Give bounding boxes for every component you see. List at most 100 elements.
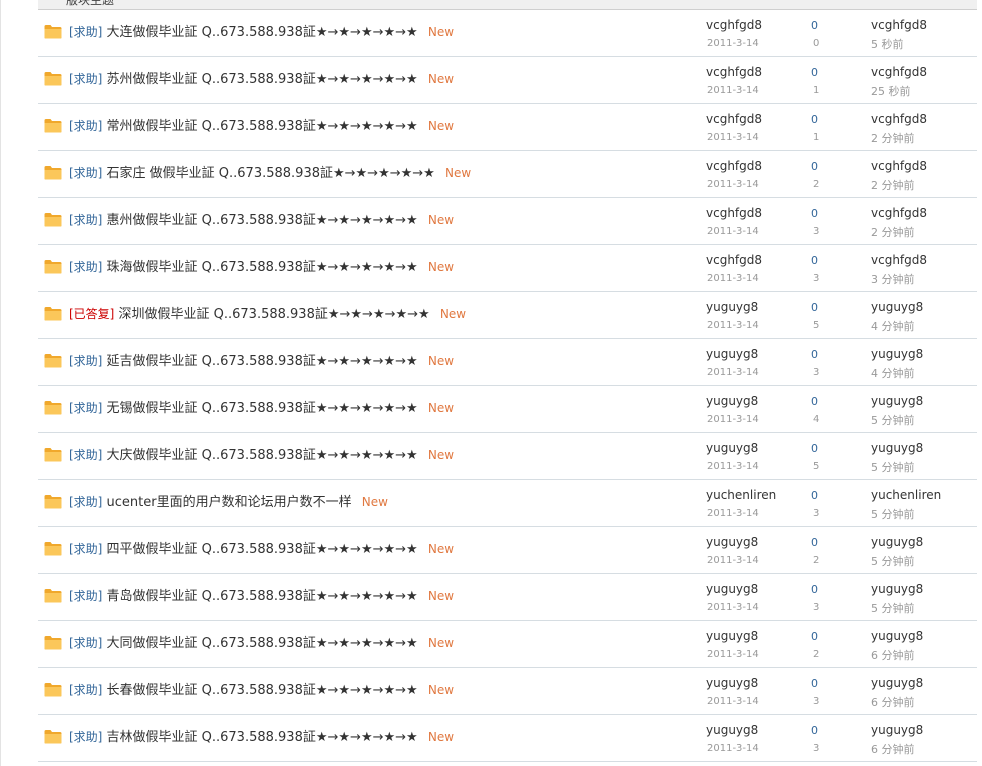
last-post-time[interactable]: 2 分钟前 — [871, 177, 915, 193]
thread-title-link[interactable]: 常州做假毕业証 Q..673.588.938証★→★→★→★→★ — [107, 119, 418, 134]
last-post-time[interactable]: 3 分钟前 — [871, 271, 915, 287]
thread-title-link[interactable]: 珠海做假毕业証 Q..673.588.938証★→★→★→★→★ — [107, 260, 418, 275]
last-post-time[interactable]: 6 分钟前 — [871, 647, 915, 663]
reply-count[interactable]: 0 — [811, 301, 818, 314]
last-post-time[interactable]: 5 分钟前 — [871, 553, 915, 569]
thread-type-tag[interactable]: [求助] — [69, 495, 102, 509]
thread-title-link[interactable]: 长春做假毕业証 Q..673.588.938証★→★→★→★→★ — [107, 683, 418, 698]
last-poster[interactable]: yuchenliren — [871, 488, 941, 502]
thread-title-link[interactable]: 深圳做假毕业証 Q..673.588.938証★→★→★→★→★ — [119, 307, 430, 322]
reply-count[interactable]: 0 — [811, 583, 818, 596]
thread-title-link[interactable]: 大同做假毕业証 Q..673.588.938証★→★→★→★→★ — [107, 636, 418, 651]
thread-author[interactable]: vcghfgd8 — [706, 65, 762, 79]
last-poster[interactable]: vcghfgd8 — [871, 159, 927, 173]
reply-count[interactable]: 0 — [811, 536, 818, 549]
thread-type-tag[interactable]: [求助] — [69, 72, 102, 86]
last-poster[interactable]: yuguyg8 — [871, 629, 923, 643]
last-poster[interactable]: yuguyg8 — [871, 394, 923, 408]
last-post-time[interactable]: 2 分钟前 — [871, 130, 915, 146]
last-poster[interactable]: yuguyg8 — [871, 582, 923, 596]
thread-author[interactable]: vcghfgd8 — [706, 112, 762, 126]
reply-count[interactable]: 0 — [811, 254, 818, 267]
new-badge: New — [444, 166, 472, 180]
reply-count[interactable]: 0 — [811, 724, 818, 737]
thread-type-tag[interactable]: [求助] — [69, 401, 102, 415]
thread-author[interactable]: vcghfgd8 — [706, 253, 762, 267]
thread-type-tag[interactable]: [求助] — [69, 730, 102, 744]
last-post-time[interactable]: 5 分钟前 — [871, 600, 915, 616]
thread-author[interactable]: yuguyg8 — [706, 535, 758, 549]
thread-author[interactable]: yuguyg8 — [706, 347, 758, 361]
thread-title-link[interactable]: 吉林做假毕业証 Q..673.588.938証★→★→★→★→★ — [107, 730, 418, 745]
last-post-time[interactable]: 6 分钟前 — [871, 741, 915, 757]
thread-type-tag[interactable]: [求助] — [69, 542, 102, 556]
reply-count[interactable]: 0 — [811, 348, 818, 361]
last-poster[interactable]: vcghfgd8 — [871, 253, 927, 267]
thread-row: [求助] 苏州做假毕业証 Q..673.588.938証★→★→★→★→★ Ne… — [38, 57, 977, 104]
last-poster[interactable]: vcghfgd8 — [871, 206, 927, 220]
thread-title-link[interactable]: 石家庄 做假毕业証 Q..673.588.938証★→★→★→★→★ — [107, 166, 435, 181]
thread-author[interactable]: yuguyg8 — [706, 676, 758, 690]
thread-author[interactable]: yuguyg8 — [706, 441, 758, 455]
last-post-time[interactable]: 5 秒前 — [871, 36, 904, 52]
thread-title-link[interactable]: 大庆做假毕业証 Q..673.588.938証★→★→★→★→★ — [107, 448, 418, 463]
reply-count[interactable]: 0 — [811, 113, 818, 126]
reply-count[interactable]: 0 — [811, 66, 818, 79]
thread-title-link[interactable]: 惠州做假毕业証 Q..673.588.938証★→★→★→★→★ — [107, 213, 418, 228]
last-post-time[interactable]: 25 秒前 — [871, 83, 911, 99]
reply-count[interactable]: 0 — [811, 677, 818, 690]
last-post-time[interactable]: 4 分钟前 — [871, 318, 915, 334]
last-post-time[interactable]: 2 分钟前 — [871, 224, 915, 240]
last-poster[interactable]: yuguyg8 — [871, 347, 923, 361]
last-post-time[interactable]: 5 分钟前 — [871, 412, 915, 428]
thread-author[interactable]: yuchenliren — [706, 488, 776, 502]
thread-type-tag[interactable]: [求助] — [69, 166, 102, 180]
last-poster[interactable]: yuguyg8 — [871, 300, 923, 314]
thread-type-tag[interactable]: [求助] — [69, 589, 102, 603]
last-post-time[interactable]: 4 分钟前 — [871, 365, 915, 381]
last-poster[interactable]: yuguyg8 — [871, 535, 923, 549]
thread-type-tag[interactable]: [求助] — [69, 636, 102, 650]
thread-author[interactable]: yuguyg8 — [706, 300, 758, 314]
thread-type-tag[interactable]: [求助] — [69, 683, 102, 697]
thread-author[interactable]: yuguyg8 — [706, 582, 758, 596]
thread-author[interactable]: vcghfgd8 — [706, 159, 762, 173]
thread-type-tag[interactable]: [求助] — [69, 213, 102, 227]
thread-date: 2011-3-14 — [707, 555, 759, 566]
thread-author[interactable]: vcghfgd8 — [706, 18, 762, 32]
thread-row: [求助] 珠海做假毕业証 Q..673.588.938証★→★→★→★→★ Ne… — [38, 245, 977, 292]
last-poster[interactable]: yuguyg8 — [871, 441, 923, 455]
thread-type-tag[interactable]: [求助] — [69, 354, 102, 368]
reply-count[interactable]: 0 — [811, 395, 818, 408]
thread-type-tag[interactable]: [求助] — [69, 25, 102, 39]
reply-count[interactable]: 0 — [811, 19, 818, 32]
last-poster[interactable]: yuguyg8 — [871, 723, 923, 737]
reply-count[interactable]: 0 — [811, 630, 818, 643]
last-poster[interactable]: vcghfgd8 — [871, 112, 927, 126]
thread-title-link[interactable]: 延吉做假毕业証 Q..673.588.938証★→★→★→★→★ — [107, 354, 418, 369]
thread-type-tag[interactable]: [已答复] — [69, 307, 114, 321]
thread-type-tag[interactable]: [求助] — [69, 119, 102, 133]
last-poster[interactable]: vcghfgd8 — [871, 18, 927, 32]
thread-title-link[interactable]: 大连做假毕业証 Q..673.588.938証★→★→★→★→★ — [107, 25, 418, 40]
reply-count[interactable]: 0 — [811, 207, 818, 220]
thread-author[interactable]: yuguyg8 — [706, 723, 758, 737]
reply-count[interactable]: 0 — [811, 442, 818, 455]
thread-title-link[interactable]: 无锡做假毕业証 Q..673.588.938証★→★→★→★→★ — [107, 401, 418, 416]
last-post-time[interactable]: 5 分钟前 — [871, 506, 915, 522]
last-post-time[interactable]: 6 分钟前 — [871, 694, 915, 710]
thread-title-link[interactable]: 四平做假毕业証 Q..673.588.938証★→★→★→★→★ — [107, 542, 418, 557]
thread-type-tag[interactable]: [求助] — [69, 260, 102, 274]
last-poster[interactable]: vcghfgd8 — [871, 65, 927, 79]
last-poster[interactable]: yuguyg8 — [871, 676, 923, 690]
thread-title-link[interactable]: 青岛做假毕业証 Q..673.588.938証★→★→★→★→★ — [107, 589, 418, 604]
thread-title-link[interactable]: ucenter里面的用户数和论坛用户数不一样 — [107, 495, 352, 510]
thread-author[interactable]: vcghfgd8 — [706, 206, 762, 220]
last-post-time[interactable]: 5 分钟前 — [871, 459, 915, 475]
reply-count[interactable]: 0 — [811, 160, 818, 173]
thread-author[interactable]: yuguyg8 — [706, 629, 758, 643]
thread-author[interactable]: yuguyg8 — [706, 394, 758, 408]
thread-type-tag[interactable]: [求助] — [69, 448, 102, 462]
reply-count[interactable]: 0 — [811, 489, 818, 502]
thread-title-link[interactable]: 苏州做假毕业証 Q..673.588.938証★→★→★→★→★ — [107, 72, 418, 87]
